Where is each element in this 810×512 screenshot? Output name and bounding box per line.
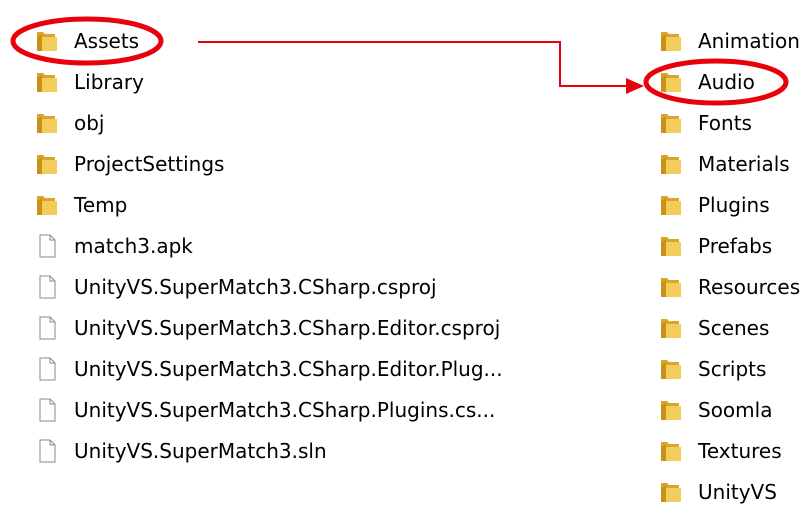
folder-item-prefabs[interactable]: Prefabs	[658, 225, 808, 266]
folder-item-resources[interactable]: Resources	[658, 266, 808, 307]
file-icon	[39, 234, 56, 257]
folder-item-assets[interactable]: Assets	[34, 20, 534, 61]
file-icon	[39, 398, 56, 421]
item-label: Fonts	[698, 110, 752, 135]
file-icon	[39, 316, 56, 339]
item-label: Materials	[698, 151, 790, 176]
folder-item-plugins[interactable]: Plugins	[658, 184, 808, 225]
folder-icon	[661, 359, 681, 379]
folder-item-obj[interactable]: obj	[34, 102, 534, 143]
item-label: Animation	[698, 28, 800, 53]
item-label: Scenes	[698, 315, 770, 340]
item-label: Soomla	[698, 397, 773, 422]
folder-item-textures[interactable]: Textures	[658, 430, 808, 471]
item-label: Scripts	[698, 356, 767, 381]
item-label: ProjectSettings	[74, 151, 225, 176]
folder-item-unityvs[interactable]: UnityVS	[658, 471, 808, 512]
folder-icon	[37, 195, 57, 215]
item-label: Temp	[74, 192, 128, 217]
folder-item-audio[interactable]: Audio	[658, 61, 808, 102]
item-label: Resources	[698, 274, 801, 299]
file-icon	[39, 357, 56, 380]
folder-icon	[37, 154, 57, 174]
file-icon	[39, 439, 56, 462]
folder-icon	[661, 277, 681, 297]
folder-icon	[661, 195, 681, 215]
folder-item-animation[interactable]: Animation	[658, 20, 808, 61]
item-label: UnityVS.SuperMatch3.CSharp.Editor.csproj	[74, 315, 501, 340]
folder-icon	[661, 482, 681, 502]
item-label: Library	[74, 69, 144, 94]
folder-icon	[661, 400, 681, 420]
item-label: UnityVS.SuperMatch3.CSharp.csproj	[74, 274, 437, 299]
folder-item-scenes[interactable]: Scenes	[658, 307, 808, 348]
folder-icon	[661, 154, 681, 174]
folder-icon	[37, 113, 57, 133]
item-label: Textures	[698, 438, 782, 463]
folder-icon	[37, 31, 57, 51]
item-label: Plugins	[698, 192, 770, 217]
folder-icon	[661, 31, 681, 51]
folder-item-scripts[interactable]: Scripts	[658, 348, 808, 389]
file-item-unityvs-supermatch3-csharp-editor-csproj[interactable]: UnityVS.SuperMatch3.CSharp.Editor.csproj	[34, 307, 534, 348]
folder-item-projectsettings[interactable]: ProjectSettings	[34, 143, 534, 184]
file-item-unityvs-supermatch3-sln[interactable]: UnityVS.SuperMatch3.sln	[34, 430, 534, 471]
folder-item-temp[interactable]: Temp	[34, 184, 534, 225]
folder-icon	[37, 72, 57, 92]
folder-icon	[661, 72, 681, 92]
folder-item-library[interactable]: Library	[34, 61, 534, 102]
folder-icon	[661, 318, 681, 338]
right-folder-list: Animation Audio Fonts Materials Plugins Prefa…	[658, 20, 808, 512]
left-file-list: Assets Library obj ProjectSettings Temp match…	[34, 20, 534, 471]
file-item-match3-apk[interactable]: match3.apk	[34, 225, 534, 266]
folder-icon	[661, 113, 681, 133]
item-label: UnityVS	[698, 479, 777, 504]
folder-icon	[661, 236, 681, 256]
file-item-unityvs-supermatch3-csharp-editor-plug[interactable]: UnityVS.SuperMatch3.CSharp.Editor.Plug..…	[34, 348, 534, 389]
item-label: obj	[74, 110, 105, 135]
file-item-unityvs-supermatch3-csharp-plugins-cs[interactable]: UnityVS.SuperMatch3.CSharp.Plugins.cs...	[34, 389, 534, 430]
file-item-unityvs-supermatch3-csharp-csproj[interactable]: UnityVS.SuperMatch3.CSharp.csproj	[34, 266, 534, 307]
item-label: UnityVS.SuperMatch3.CSharp.Editor.Plug..…	[74, 356, 503, 381]
folder-item-soomla[interactable]: Soomla	[658, 389, 808, 430]
item-label: UnityVS.SuperMatch3.CSharp.Plugins.cs...	[74, 397, 496, 422]
item-label: Prefabs	[698, 233, 773, 258]
item-label: Assets	[74, 28, 140, 53]
folder-item-materials[interactable]: Materials	[658, 143, 808, 184]
folder-item-fonts[interactable]: Fonts	[658, 102, 808, 143]
file-icon	[39, 275, 56, 298]
item-label: Audio	[698, 69, 755, 94]
folder-icon	[661, 441, 681, 461]
item-label: match3.apk	[74, 233, 193, 258]
item-label: UnityVS.SuperMatch3.sln	[74, 438, 327, 463]
annotation-arrowhead	[626, 78, 644, 94]
